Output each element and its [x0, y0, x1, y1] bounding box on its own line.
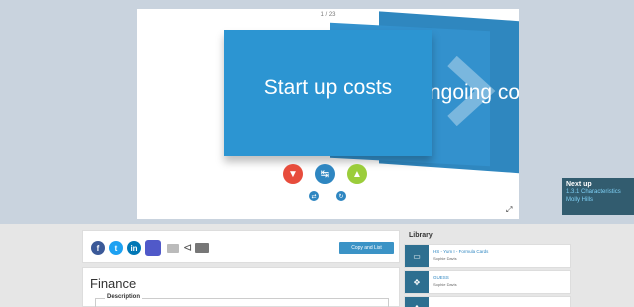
shuffle-icon[interactable]: ⇄ — [309, 191, 319, 201]
twitter-icon[interactable]: t — [109, 241, 123, 255]
fullscreen-icon[interactable]: ⤢ — [506, 205, 512, 215]
flashcard-current-text: Start up costs — [263, 76, 393, 99]
next-up-panel[interactable]: Next up 1.3.1 Characteristics Molly Hill… — [562, 178, 634, 215]
set-details-panel: Finance Description — [82, 267, 400, 307]
share-icon[interactable]: ⊲ — [183, 241, 192, 254]
thumbs-up-icon[interactable]: ▲ — [347, 164, 367, 184]
restart-icon[interactable]: ↻ — [336, 191, 346, 201]
next-up-author[interactable]: Molly Hills — [566, 196, 630, 204]
print-icon[interactable] — [195, 243, 209, 253]
library-item-name[interactable]: GUESS — [433, 275, 449, 280]
next-up-title: Next up — [566, 181, 592, 188]
flip-card-icon[interactable]: ↹ — [315, 164, 335, 184]
description-label: Description — [105, 294, 143, 300]
library-item[interactable]: ▭ HS - Yum I - Formula Cards Sophie Davi… — [404, 244, 571, 268]
flashcard-current[interactable]: Start up costs — [224, 30, 432, 156]
mindmap-icon: ✥ — [405, 271, 429, 293]
email-icon[interactable] — [167, 244, 179, 253]
library-heading: Library — [409, 232, 433, 239]
library-item-author: Sophie Davis — [433, 256, 457, 261]
library-item-author: Sophie Davis — [433, 282, 457, 287]
linkedin-icon[interactable]: in — [127, 241, 141, 255]
next-chevron-icon[interactable] — [440, 56, 500, 126]
flashcard-stage[interactable]: 1 / 23 ngoing co Start up costs ▼ ↹ ▲ ⇄ … — [137, 9, 519, 219]
library-item[interactable]: ✥ GUESS Sophie Davis — [404, 270, 571, 294]
thumbs-down-icon[interactable]: ▼ — [283, 164, 303, 184]
share-bar: f t in ⊲ Copy and List — [82, 230, 400, 263]
flashcards-icon: ▭ — [405, 245, 429, 267]
copy-and-list-button[interactable]: Copy and List — [339, 242, 394, 254]
description-box: Description — [95, 294, 389, 307]
facebook-icon[interactable]: f — [91, 241, 105, 255]
mindmap-icon: ✥ — [405, 297, 429, 307]
next-up-link[interactable]: 1.3.1 Characteristics — [566, 188, 630, 196]
page-title: Finance — [90, 276, 137, 291]
library-item-name[interactable]: HS - Yum I - Formula Cards — [433, 249, 488, 254]
teams-icon[interactable] — [145, 240, 161, 256]
library-item[interactable]: ✥ — [404, 296, 571, 307]
